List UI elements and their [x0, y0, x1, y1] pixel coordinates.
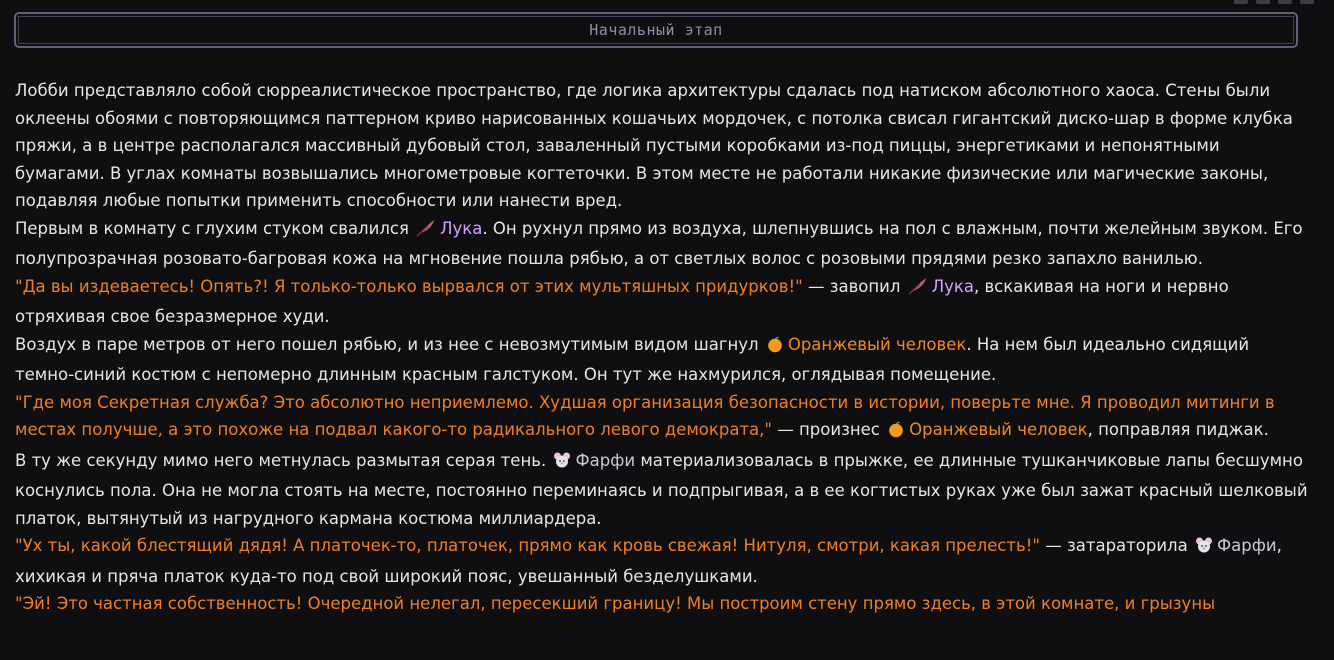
- story-paragraph: "Ух ты, какой блестящий дядя! А платочек…: [15, 535, 1282, 586]
- orange-fruit-icon: [766, 334, 784, 362]
- story-paragraph: Первым в комнату с глухим стуком свалилс…: [15, 218, 1303, 269]
- character-name-farfi: Фарфи: [575, 450, 636, 470]
- story-paragraph: "Эй! Это частная собственность! Очередно…: [15, 590, 1310, 618]
- story-paragraph: Воздух в паре метров от него пошел рябью…: [15, 334, 1250, 385]
- mouse-icon: [553, 450, 571, 478]
- orange-fruit-icon: [887, 419, 905, 447]
- stage-header: Начальный этап: [14, 12, 1298, 48]
- dialogue-quote: "Ух ты, какой блестящий дядя! А платочек…: [15, 536, 1040, 555]
- toolbar-icon[interactable]: [1234, 0, 1248, 4]
- dialogue-quote: "Да вы издеваетесь! Опять?! Я только-тол…: [15, 276, 803, 296]
- mouse-icon: [1195, 535, 1213, 563]
- story-paragraph: В ту же секунду мимо него метнулась разм…: [15, 450, 1308, 528]
- toolbar-icon[interactable]: [1300, 0, 1314, 4]
- toolbar-icon[interactable]: [1278, 0, 1292, 4]
- character-name-orange: Оранжевый человек: [909, 420, 1088, 439]
- character-name-farfi: Фарфи: [1216, 536, 1277, 555]
- top-toolbar-remnant: [0, 0, 1334, 8]
- character-name-luka: Лука: [931, 276, 974, 296]
- dialogue-quote: "Эй! Это частная собственность! Очередно…: [15, 594, 1216, 613]
- stage-title: Начальный этап: [589, 21, 723, 39]
- story-paragraph: Лобби представляло собой сюрреалистическ…: [15, 81, 1293, 210]
- toolbar-icon[interactable]: [1256, 0, 1270, 4]
- feather-icon: [416, 218, 436, 246]
- story-text: Лобби представляло собой сюрреалистическ…: [15, 77, 1310, 618]
- toolbar-icons: [1234, 0, 1314, 4]
- character-name-luka: Лука: [440, 218, 483, 238]
- story-paragraph: "Где моя Секретная служба? Это абсолютно…: [15, 389, 1310, 447]
- feather-icon: [908, 276, 928, 304]
- story-paragraph: "Да вы издеваетесь! Опять?! Я только-тол…: [15, 276, 1229, 327]
- character-name-orange: Оранжевый человек: [787, 334, 967, 354]
